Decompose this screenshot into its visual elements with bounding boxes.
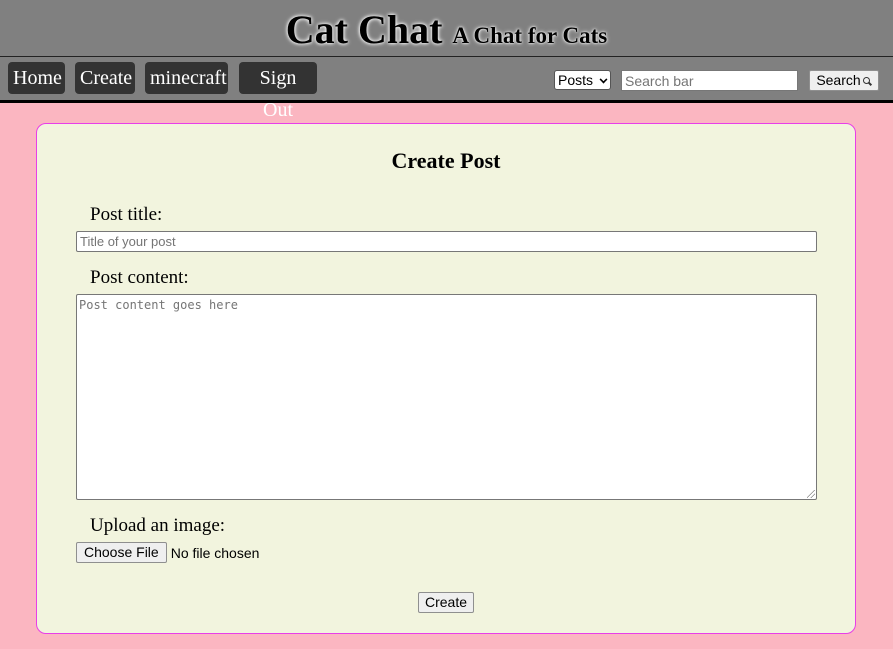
file-status-text: No file chosen xyxy=(170,544,260,561)
search-input[interactable] xyxy=(621,70,798,91)
site-subtitle: A Chat for Cats xyxy=(452,23,608,48)
search-type-selected: Posts xyxy=(558,72,594,88)
nav-sign-out-button[interactable]: Sign Out xyxy=(239,62,317,121)
nav-create-button[interactable]: Create xyxy=(75,62,135,94)
post-title-input[interactable] xyxy=(76,231,817,252)
search-button[interactable]: Search xyxy=(809,70,879,91)
magnifier-icon xyxy=(862,76,872,86)
resize-handle-icon[interactable] xyxy=(807,490,815,498)
file-upload-row: Choose File No file chosen xyxy=(76,542,259,563)
nav-home-button[interactable]: Home xyxy=(8,62,65,94)
post-title-label: Post title: xyxy=(90,204,163,225)
create-submit-button[interactable]: Create xyxy=(418,592,474,613)
nav-minecraft-button[interactable]: minecraft xyxy=(145,62,228,94)
post-content-textarea[interactable] xyxy=(76,294,817,500)
choose-file-button[interactable]: Choose File xyxy=(76,542,167,563)
create-post-heading: Create Post xyxy=(391,148,501,173)
upload-image-label: Upload an image: xyxy=(90,515,226,536)
site-title-wrap: Cat Chat A Chat for Cats xyxy=(0,6,893,53)
search-type-select[interactable]: Posts xyxy=(554,70,611,90)
navbar: Home Create minecraft Sign Out Posts Sea… xyxy=(0,57,893,121)
site-title: Cat Chat xyxy=(285,7,443,52)
search-button-label: Search xyxy=(816,72,861,88)
create-post-card: Create Post Post title: Post content: Up… xyxy=(36,123,856,634)
post-content-label: Post content: xyxy=(90,267,189,288)
chevron-down-icon xyxy=(599,75,608,84)
site-header: Cat Chat A Chat for Cats xyxy=(0,0,893,57)
